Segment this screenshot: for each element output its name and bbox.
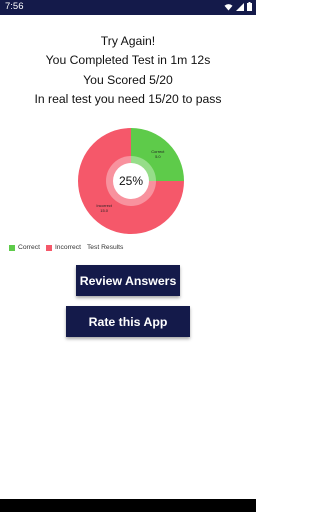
slice-value-incorrect: 15.0 — [100, 208, 109, 213]
legend-item-incorrect: Incorrect — [45, 244, 81, 251]
wifi-icon — [224, 3, 233, 10]
legend-swatch-incorrect — [45, 244, 52, 251]
results-donut-chart: 25% Correct5.0Incorrect15.0 — [78, 128, 184, 234]
rate-app-button[interactable]: Rate this App — [66, 306, 190, 337]
legend-title: Test Results — [86, 244, 124, 251]
review-answers-button[interactable]: Review Answers — [76, 265, 180, 296]
donut-center-label: 25% — [119, 174, 143, 188]
status-time: 7:56 — [5, 1, 24, 12]
navigation-bar — [0, 499, 256, 512]
slice-value-correct: 5.0 — [155, 154, 161, 159]
completion-time-text: You Completed Test in 1m 12s — [45, 53, 211, 68]
status-icons — [224, 2, 252, 11]
legend-label-incorrect: Incorrect — [54, 244, 81, 251]
result-summary: Try Again! You Completed Test in 1m 12s … — [0, 32, 256, 109]
legend-item-correct: Correct — [9, 244, 40, 251]
chart-legend: Correct Incorrect Test Results — [9, 244, 123, 251]
legend-label-correct: Correct — [18, 244, 40, 251]
status-bar: 7:56 — [0, 0, 256, 15]
result-heading: Try Again! — [100, 34, 156, 48]
battery-icon — [247, 2, 252, 11]
signal-icon — [236, 2, 244, 11]
pass-requirement-text: In real test you need 15/20 to pass — [34, 91, 222, 106]
score-text: You Scored 5/20 — [83, 72, 173, 87]
legend-swatch-correct — [9, 244, 15, 251]
